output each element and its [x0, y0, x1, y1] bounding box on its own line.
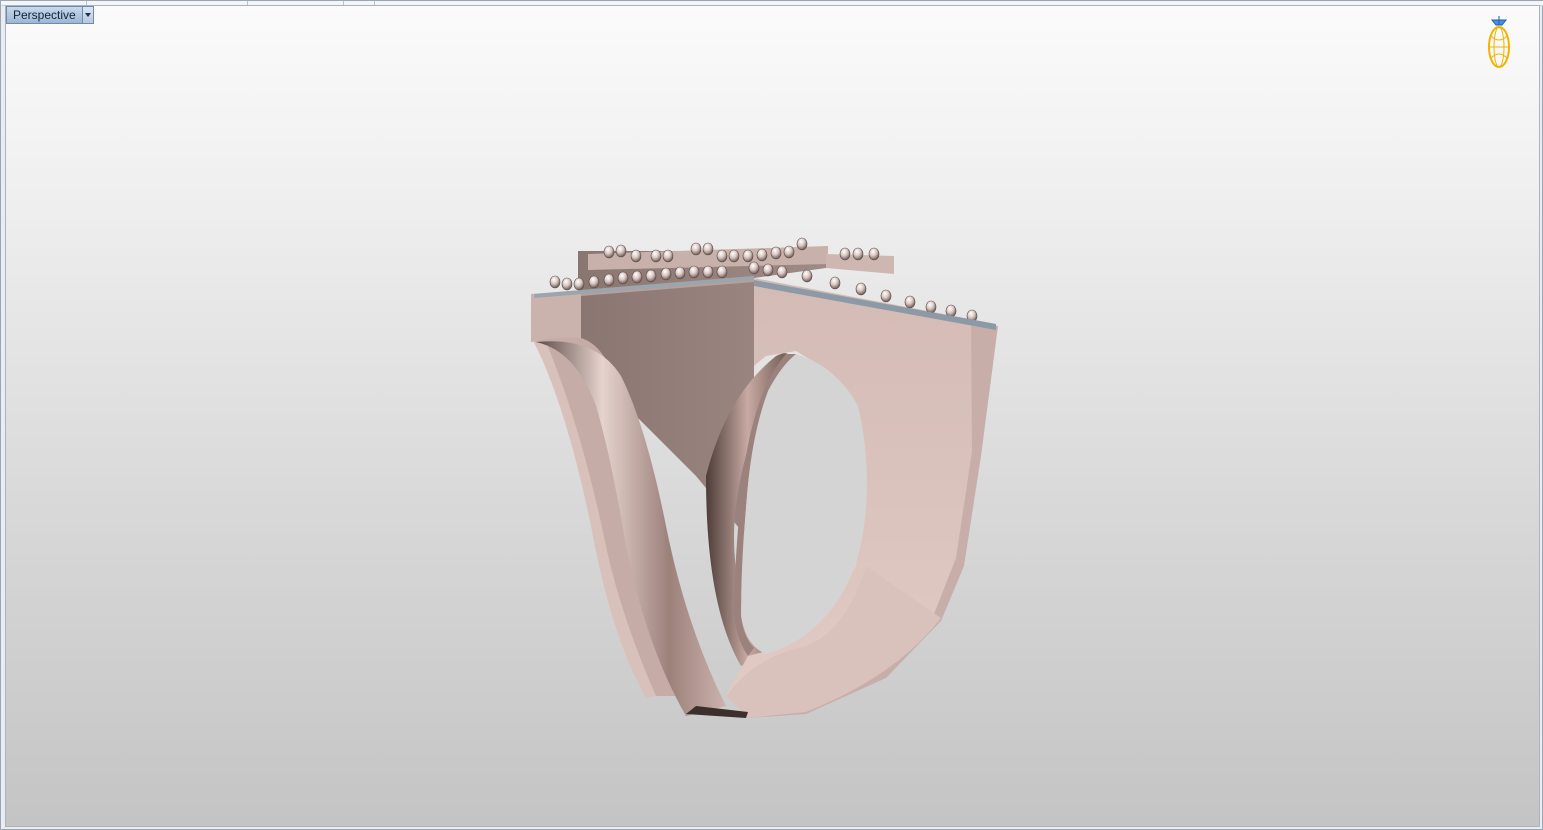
app-window: Perspective — [0, 0, 1543, 830]
chevron-down-icon[interactable] — [82, 6, 94, 24]
viewport-title[interactable]: Perspective — [6, 6, 83, 24]
perspective-viewport[interactable]: Perspective — [5, 5, 1540, 827]
ring-3d-model[interactable] — [6, 6, 1540, 827]
viewport-title-tab[interactable]: Perspective — [6, 6, 94, 24]
